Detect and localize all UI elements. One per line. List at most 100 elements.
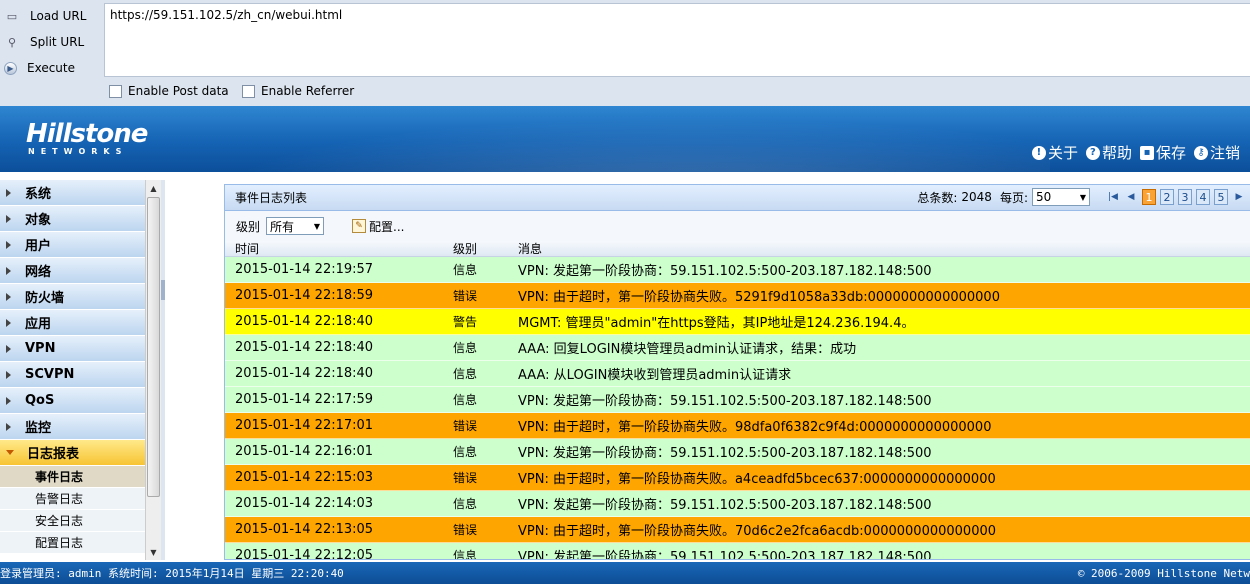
sidebar-scrollbar[interactable]: ▲ ▼ (145, 180, 161, 560)
table-row[interactable]: 2015-01-14 22:13:05 错误 VPN: 由于超时，第一阶段协商失败。… (225, 517, 1250, 543)
sidebar-item-network[interactable]: 网络 (0, 258, 145, 284)
config-label: 配置... (369, 219, 405, 234)
column-header-time[interactable]: 时间 (225, 240, 453, 257)
header-links: ! 关于 ? 帮助 ▪ 保存 ⚷ 注销 (1031, 142, 1240, 163)
checkbox-box[interactable] (242, 84, 255, 98)
sidebar-item-vpn[interactable]: VPN (0, 336, 145, 362)
checkbox-box[interactable] (109, 84, 122, 98)
sidebar-item-application[interactable]: 应用 (0, 310, 145, 336)
save-label: 保存 (1155, 144, 1186, 162)
split-url-button[interactable]: ⚲ Split URL (0, 30, 100, 54)
table-row[interactable]: 2015-01-14 22:18:40 警告 MGMT: 管理员"admin"在ht… (225, 309, 1250, 335)
next-page-icon[interactable]: ▶ (1232, 189, 1246, 205)
log-table-body: 2015-01-14 22:19:57 信息 VPN: 发起第一阶段协商：59.15… (225, 257, 1250, 560)
url-textarea[interactable]: https://59.151.102.5/zh_cn/webui.html (104, 3, 1250, 77)
sidebar-item-label: SCVPN (25, 367, 75, 382)
per-page-select[interactable]: 50 ▼ (1032, 188, 1090, 206)
sidebar-subitem-config-log[interactable]: 配置日志 (0, 532, 145, 554)
table-header: 时间 级别 消息 (225, 241, 1250, 257)
table-row[interactable]: 2015-01-14 22:18:59 错误 VPN: 由于超时，第一阶段协商失败。… (225, 283, 1250, 309)
chevron-right-icon (6, 292, 11, 301)
filter-toolbar: 级别 所有 ▼ ✎ 配置... (225, 211, 1250, 241)
scroll-down-icon[interactable]: ▼ (146, 544, 161, 560)
cell-level: 信息 (453, 549, 478, 560)
help-icon: ? (1085, 145, 1100, 160)
event-log-panel: 事件日志列表 总条数: 2048 每页: 50 ▼ |◀ ◀ 1 2 3 4 5 … (224, 184, 1250, 560)
cell-time: 2015-01-14 22:12:05 (235, 548, 374, 560)
table-row[interactable]: 2015-01-14 22:17:59 信息 VPN: 发起第一阶段协商：59.15… (225, 387, 1250, 413)
chevron-right-icon (6, 266, 11, 275)
collapse-handle[interactable] (161, 280, 165, 300)
sidebar-item-firewall[interactable]: 防火墙 (0, 284, 145, 310)
load-url-button[interactable]: ▭ Load URL (0, 4, 100, 28)
status-login-info: 登录管理员: admin 系统时间: 2015年1月14日 星期三 22:20:… (0, 567, 344, 580)
cell-message: VPN: 发起第一阶段协商：59.151.102.5:500-203.187.1… (518, 394, 932, 409)
enable-post-checkbox[interactable]: Enable Post data (109, 84, 229, 98)
level-filter-select[interactable]: 所有 ▼ (266, 217, 325, 235)
table-row[interactable]: 2015-01-14 22:17:01 错误 VPN: 由于超时，第一阶段协商失败。… (225, 413, 1250, 439)
column-header-level[interactable]: 级别 (453, 240, 518, 257)
sidebar-item-label: QoS (25, 393, 55, 408)
cell-time: 2015-01-14 22:15:03 (235, 470, 374, 485)
prev-page-icon[interactable]: ◀ (1124, 189, 1138, 205)
table-row[interactable]: 2015-01-14 22:19:57 信息 VPN: 发起第一阶段协商：59.15… (225, 257, 1250, 283)
execute-button[interactable]: ▶ Execute (0, 56, 100, 80)
page-button-1[interactable]: 1 (1142, 189, 1156, 205)
sidebar-item-objects[interactable]: 对象 (0, 206, 145, 232)
per-page-value: 50 (1036, 190, 1052, 204)
page-button-3[interactable]: 3 (1178, 189, 1192, 205)
logout-link[interactable]: ⚷ 注销 (1193, 142, 1240, 163)
help-link[interactable]: ? 帮助 (1085, 142, 1132, 163)
panel-title: 事件日志列表 (235, 191, 308, 205)
cell-level: 信息 (453, 367, 478, 381)
level-filter-label: 级别 (236, 219, 261, 234)
chevron-down-icon: ▼ (313, 221, 321, 231)
table-row[interactable]: 2015-01-14 22:16:01 信息 VPN: 发起第一阶段协商：59.15… (225, 439, 1250, 465)
cell-time: 2015-01-14 22:16:01 (235, 444, 374, 459)
sidebar-item-monitor[interactable]: 监控 (0, 414, 145, 440)
sidebar-subitem-alarm-log[interactable]: 告警日志 (0, 488, 145, 510)
cell-level: 错误 (453, 471, 478, 485)
sidebar-item-users[interactable]: 用户 (0, 232, 145, 258)
sidebar-subitem-security-log[interactable]: 安全日志 (0, 510, 145, 532)
sidebar-subitem-event-log[interactable]: 事件日志 (0, 466, 145, 488)
cell-time: 2015-01-14 22:18:40 (235, 314, 374, 329)
execute-icon: ▶ (4, 61, 17, 75)
split-url-label: Split URL (30, 35, 85, 49)
app-header: Hillstone NETWORKS ! 关于 ? 帮助 ▪ 保存 ⚷ 注销 (0, 106, 1250, 172)
cell-level: 信息 (453, 497, 478, 511)
sidebar-item-qos[interactable]: QoS (0, 388, 145, 414)
table-row[interactable]: 2015-01-14 22:18:40 信息 AAA: 从LOGIN模块收到管理员a… (225, 361, 1250, 387)
table-row[interactable]: 2015-01-14 22:12:05 信息 VPN: 发起第一阶段协商：59.15… (225, 543, 1250, 560)
save-link[interactable]: ▪ 保存 (1139, 142, 1186, 163)
chevron-right-icon (6, 188, 11, 197)
cell-message: MGMT: 管理员"admin"在https登陆，其IP地址是124.236.1… (518, 316, 915, 331)
scroll-up-icon[interactable]: ▲ (146, 180, 161, 196)
total-count: 2048 (961, 190, 992, 204)
sidebar-item-log-report[interactable]: 日志报表 (0, 440, 145, 466)
header-decoration (150, 106, 1050, 172)
hackbar: ▭ Load URL ⚲ Split URL ▶ Execute https:/… (0, 0, 1250, 106)
sidebar-splitter[interactable] (161, 180, 165, 560)
sidebar-item-label: 监控 (25, 421, 52, 436)
first-page-icon[interactable]: |◀ (1106, 189, 1120, 205)
page-button-4[interactable]: 4 (1196, 189, 1210, 205)
config-button[interactable]: ✎ 配置... (352, 218, 404, 235)
sidebar-item-system[interactable]: 系统 (0, 180, 145, 206)
table-row[interactable]: 2015-01-14 22:18:40 信息 AAA: 回复LOGIN模块管理员ad… (225, 335, 1250, 361)
page-button-2[interactable]: 2 (1160, 189, 1174, 205)
cell-message: VPN: 发起第一阶段协商：59.151.102.5:500-203.187.1… (518, 498, 932, 513)
column-header-message[interactable]: 消息 (518, 240, 1250, 257)
cell-level: 错误 (453, 289, 478, 303)
load-url-icon: ▭ (6, 9, 18, 23)
scrollbar-thumb[interactable] (147, 197, 160, 497)
sidebar-item-label: VPN (25, 341, 56, 356)
enable-referrer-checkbox[interactable]: Enable Referrer (242, 84, 354, 98)
about-link[interactable]: ! 关于 (1031, 142, 1078, 163)
sidebar-item-scvpn[interactable]: SCVPN (0, 362, 145, 388)
page-button-5[interactable]: 5 (1214, 189, 1228, 205)
sidebar-subitem-label: 安全日志 (35, 514, 84, 528)
table-row[interactable]: 2015-01-14 22:15:03 错误 VPN: 由于超时，第一阶段协商失败。… (225, 465, 1250, 491)
sidebar-subitem-label: 事件日志 (35, 470, 84, 484)
table-row[interactable]: 2015-01-14 22:14:03 信息 VPN: 发起第一阶段协商：59.15… (225, 491, 1250, 517)
